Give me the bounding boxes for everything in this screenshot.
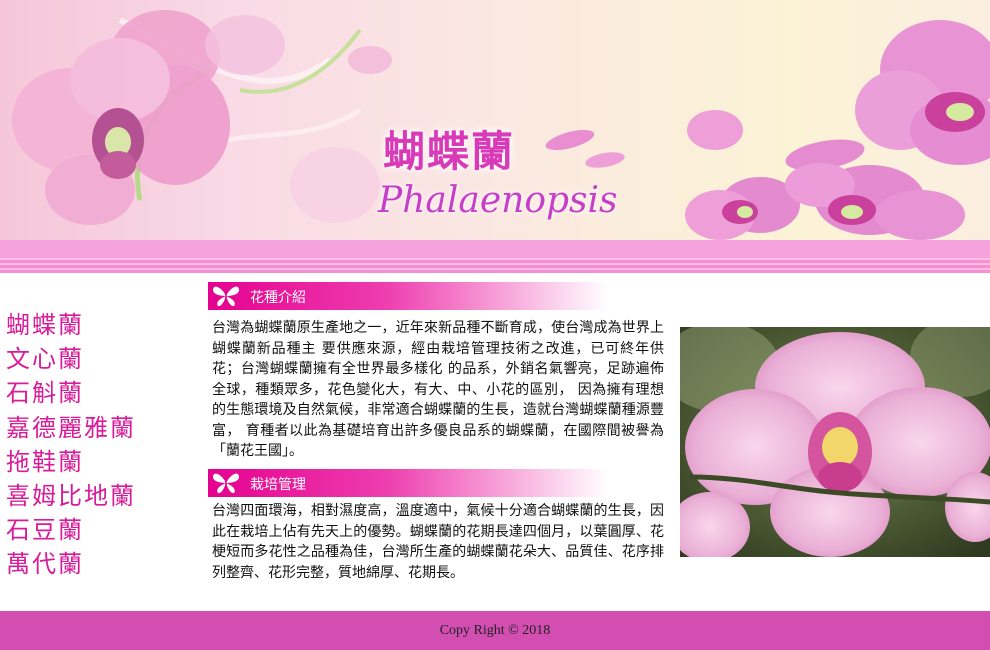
header-banner: 蝴蝶蘭 Phalaenopsis [0, 0, 990, 240]
nav-item-bulbophyllum[interactable]: 石豆蘭 [6, 513, 186, 547]
sidebar-nav: 蝴蝶蘭 文心蘭 石斛蘭 嘉德麗雅蘭 拖鞋蘭 喜姆比地蘭 石豆蘭 萬代蘭 [6, 308, 186, 582]
section-heading-varieties: 花種介紹 [208, 282, 608, 310]
banner-title: 蝴蝶蘭 [383, 127, 516, 176]
nav-item-cattleya[interactable]: 嘉德麗雅蘭 [6, 411, 186, 445]
butterfly-icon [213, 473, 239, 494]
section-heading-label: 栽培管理 [250, 477, 306, 493]
footer: Copy Right © 2018 [0, 611, 990, 650]
section-heading-cultivation: 栽培管理 [208, 469, 608, 497]
nav-item-oncidium[interactable]: 文心蘭 [6, 342, 186, 376]
banner-subtitle: Phalaenopsis [378, 180, 618, 221]
copyright-text: Copy Right © 2018 [439, 623, 551, 638]
section-body-varieties: 台灣為蝴蝶蘭原生產地之一，近年來新品種不斷育成，使台灣成為世界上蝴蝶蘭新品種主 … [212, 320, 664, 459]
nav-item-phalaenopsis[interactable]: 蝴蝶蘭 [6, 308, 186, 342]
nav-item-paphiopedilum[interactable]: 拖鞋蘭 [6, 445, 186, 479]
butterfly-icon [213, 286, 239, 307]
nav-item-dendrobium[interactable]: 石斛蘭 [6, 376, 186, 410]
nav-item-vanda[interactable]: 萬代蘭 [6, 547, 186, 581]
orchid-photo [680, 327, 990, 557]
section-heading-label: 花種介紹 [250, 290, 306, 306]
section-body-cultivation: 台灣四面環海，相對濕度高，溫度適中，氣候十分適合蝴蝶蘭的生長，因此在栽培上佔有先… [212, 503, 664, 581]
nav-item-cymbidium[interactable]: 喜姆比地蘭 [6, 479, 186, 513]
banner-divider-band [0, 240, 990, 258]
